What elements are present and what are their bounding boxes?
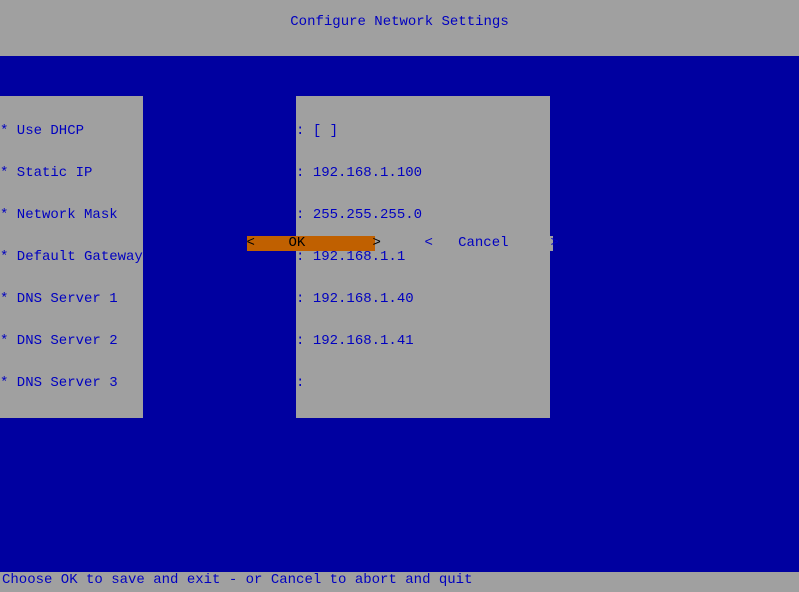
label-dns-server-2: * DNS Server 2 [0,334,143,348]
ok-button[interactable]: < OK > [247,236,375,251]
cancel-button[interactable]: < Cancel > [425,236,553,251]
label-dns-server-3: * DNS Server 3 [0,376,143,390]
label-network-mask: * Network Mask [0,208,143,222]
value-use-dhcp[interactable]: : [ ] [296,124,550,138]
value-dns-server-2[interactable]: : 192.168.1.41 [296,334,550,348]
value-dns-server-3[interactable]: : [296,376,550,390]
field-values-column: : [ ] : 192.168.1.100 : 255.255.255.0 : … [296,96,550,418]
footer-hint: Choose OK to save and exit - or Cancel t… [0,572,799,592]
main-area: * Use DHCP * Static IP * Network Mask * … [0,56,799,572]
title-bar: Configure Network Settings [0,0,799,56]
page-title: Configure Network Settings [290,14,508,30]
value-default-gateway[interactable]: : 192.168.1.1 [296,250,550,264]
label-default-gateway: * Default Gateway [0,250,143,264]
field-labels-column: * Use DHCP * Static IP * Network Mask * … [0,96,143,418]
value-static-ip[interactable]: : 192.168.1.100 [296,166,550,180]
label-static-ip: * Static IP [0,166,143,180]
label-use-dhcp: * Use DHCP [0,124,143,138]
button-row: < OK > < Cancel > [0,236,799,251]
label-dns-server-1: * DNS Server 1 [0,292,143,306]
value-dns-server-1[interactable]: : 192.168.1.40 [296,292,550,306]
value-network-mask[interactable]: : 255.255.255.0 [296,208,550,222]
